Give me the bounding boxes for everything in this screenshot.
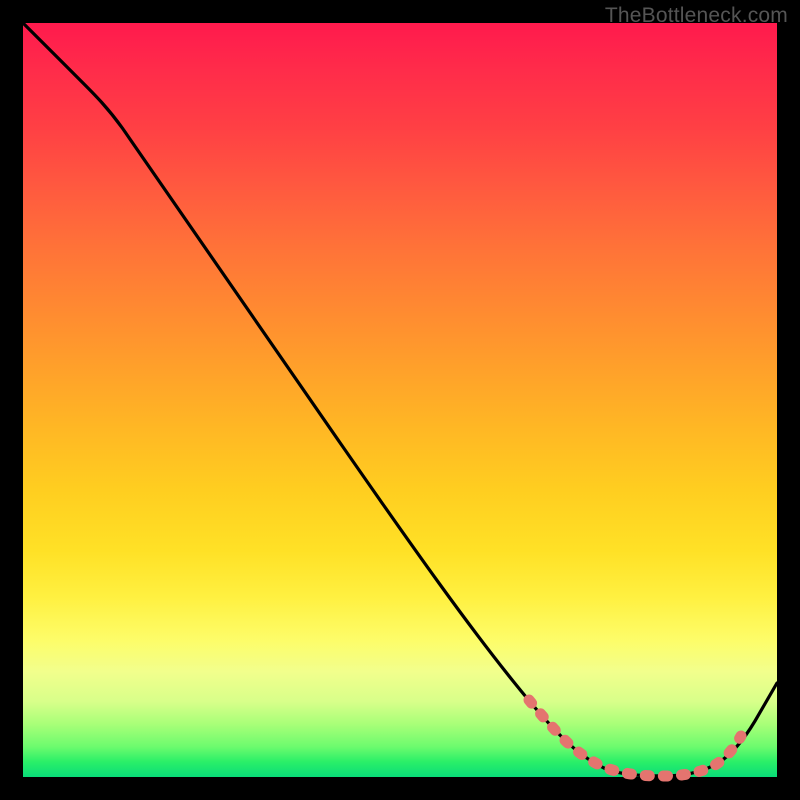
optimal-zone-highlight <box>529 700 741 776</box>
bottleneck-curve <box>23 23 777 776</box>
chart-stage: TheBottleneck.com <box>0 0 800 800</box>
watermark: TheBottleneck.com <box>605 4 788 28</box>
chart-svg <box>23 23 777 777</box>
